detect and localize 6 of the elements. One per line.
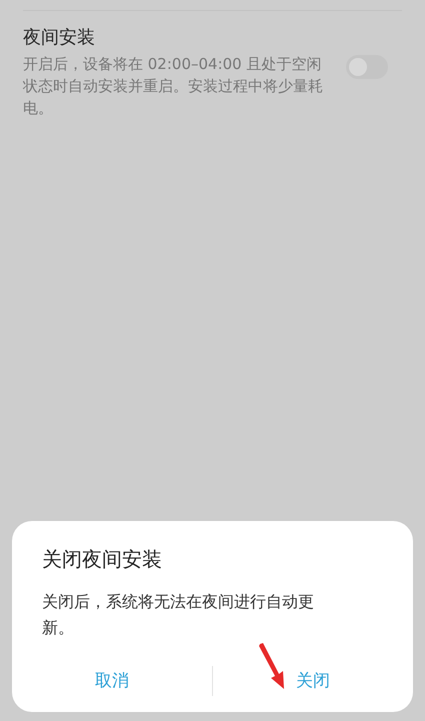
cancel-button[interactable]: 取消 [12, 659, 212, 702]
setting-title: 夜间安装 [23, 26, 96, 50]
confirm-button[interactable]: 关闭 [213, 659, 413, 702]
dialog-message: 关闭后，系统将无法在夜间进行自动更新。 [42, 591, 315, 639]
setting-description: 开启后，设备将在 02:00–04:00 且处于空闲状态时自动安装并重启。安装过程中将少量耗电。 [23, 54, 324, 119]
dialog-title: 关闭夜间安装 [42, 546, 163, 573]
